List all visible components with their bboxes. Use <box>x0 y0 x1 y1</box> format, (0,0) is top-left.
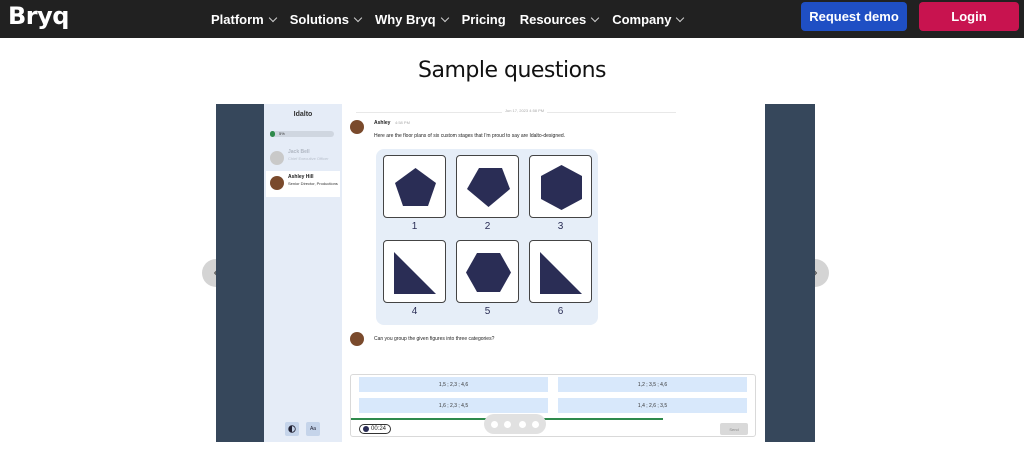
figure-number: 5 <box>484 306 491 317</box>
contrast-icon <box>288 425 296 433</box>
sample-question-slide: Idalto 5% Jack Bell Chief Executive Offi… <box>216 104 815 442</box>
nav-label: Solutions <box>289 11 349 27</box>
avatar <box>270 151 284 165</box>
carousel-dot[interactable] <box>519 421 526 428</box>
nav-item-pricing[interactable]: Pricing <box>462 12 506 27</box>
chevron-down-icon <box>268 13 277 22</box>
message-time: 4:58 PM <box>395 120 410 125</box>
carousel-dot[interactable] <box>532 421 539 428</box>
contact-name: Jack Bell <box>288 149 310 155</box>
bryq-logo[interactable]: Bryq <box>8 2 69 30</box>
figure-2 <box>456 155 519 218</box>
font-size-button[interactable]: Aa <box>306 422 320 436</box>
figures-card: 1 2 3 4 5 6 <box>376 149 598 325</box>
avatar <box>270 176 284 190</box>
hexagon-icon <box>466 253 511 292</box>
nav-item-platform[interactable]: Platform <box>211 11 277 27</box>
chat-area: Jun 17, 2023 4:58 PM Ashley 4:58 PM Here… <box>342 104 765 442</box>
progress-fill <box>270 131 276 137</box>
contact-name: Ashley Hill <box>288 174 314 180</box>
nav-item-resources[interactable]: Resources <box>519 11 600 27</box>
contact-role: Senior Director, Productions <box>288 181 338 186</box>
figure-5 <box>456 240 519 303</box>
nav-menu: Platform Solutions Why Bryq Pricing Reso… <box>211 0 697 38</box>
contact-jack-bell[interactable]: Jack Bell Chief Executive Officer <box>266 146 340 172</box>
progress-bar: 5% <box>270 131 334 137</box>
company-name: Idalto <box>293 111 313 118</box>
figure-number: 4 <box>411 306 418 317</box>
triangle-icon <box>540 252 582 294</box>
contact-role: Chief Executive Officer <box>288 156 329 161</box>
nav-label: Why Bryq <box>374 11 436 27</box>
nav-label: Resources <box>519 11 587 27</box>
nav-item-why-bryq[interactable]: Why Bryq <box>374 11 449 27</box>
chat-sidebar: Idalto 5% Jack Bell Chief Executive Offi… <box>264 104 342 442</box>
figure-number: 6 <box>557 306 564 317</box>
chevron-down-icon <box>440 13 449 22</box>
sender-name: Ashley <box>374 120 391 126</box>
clock-icon <box>363 426 369 432</box>
sender-avatar <box>350 120 364 134</box>
request-demo-button[interactable]: Request demo <box>801 2 907 31</box>
contrast-button[interactable] <box>285 422 299 436</box>
progress-label: 5% <box>279 131 285 136</box>
carousel-dots <box>484 414 546 434</box>
figure-4 <box>383 240 446 303</box>
send-button[interactable]: Send <box>720 423 748 435</box>
nav-label: Company <box>612 11 672 27</box>
pentagon-icon <box>467 168 510 207</box>
figure-number: 1 <box>411 221 418 232</box>
chevron-down-icon <box>676 13 685 22</box>
figure-number: 3 <box>557 221 564 232</box>
pentagon-icon <box>395 168 436 206</box>
nav-item-company[interactable]: Company <box>612 11 685 27</box>
timer: 00:24 <box>359 424 391 434</box>
section-title: Sample questions <box>418 58 607 83</box>
top-navigation: Bryq Platform Solutions Why Bryq Pricing… <box>0 0 1024 38</box>
slide-right-panel <box>765 104 815 442</box>
nav-label: Platform <box>211 11 264 27</box>
nav-item-solutions[interactable]: Solutions <box>289 11 363 27</box>
figure-6 <box>529 240 592 303</box>
answer-option-3[interactable]: 1,6 ; 2,3 ; 4,5 <box>359 398 548 413</box>
figure-3 <box>529 155 592 218</box>
hexagon-icon <box>541 165 582 210</box>
answer-option-4[interactable]: 1,4 ; 2,6 ; 3,5 <box>558 398 747 413</box>
chat-date: Jun 17, 2023 4:58 PM <box>502 108 548 113</box>
figure-1 <box>383 155 446 218</box>
answer-option-1[interactable]: 1,5 ; 2,3 ; 4,6 <box>359 377 548 392</box>
login-button[interactable]: Login <box>919 2 1019 31</box>
nav-label: Pricing <box>461 11 506 27</box>
answer-option-2[interactable]: 1,2 ; 3,5 ; 4,6 <box>558 377 747 392</box>
timer-value: 00:24 <box>371 426 387 432</box>
chevron-down-icon <box>353 13 363 22</box>
contact-ashley-hill[interactable]: Ashley Hill Senior Director, Productions <box>266 171 340 197</box>
carousel-dot[interactable] <box>504 421 511 428</box>
figure-number: 2 <box>484 221 491 232</box>
carousel-dot[interactable] <box>491 421 498 428</box>
sender-avatar <box>350 332 364 346</box>
question-text: Can you group the given figures into thr… <box>374 336 495 342</box>
slide-left-panel <box>216 104 264 442</box>
message-text: Here are the floor plans of six custom s… <box>374 133 566 139</box>
triangle-icon <box>394 252 436 294</box>
answer-panel: 1,5 ; 2,3 ; 4,6 1,2 ; 3,5 ; 4,6 1,6 ; 2,… <box>350 374 756 437</box>
chevron-down-icon <box>590 13 600 22</box>
